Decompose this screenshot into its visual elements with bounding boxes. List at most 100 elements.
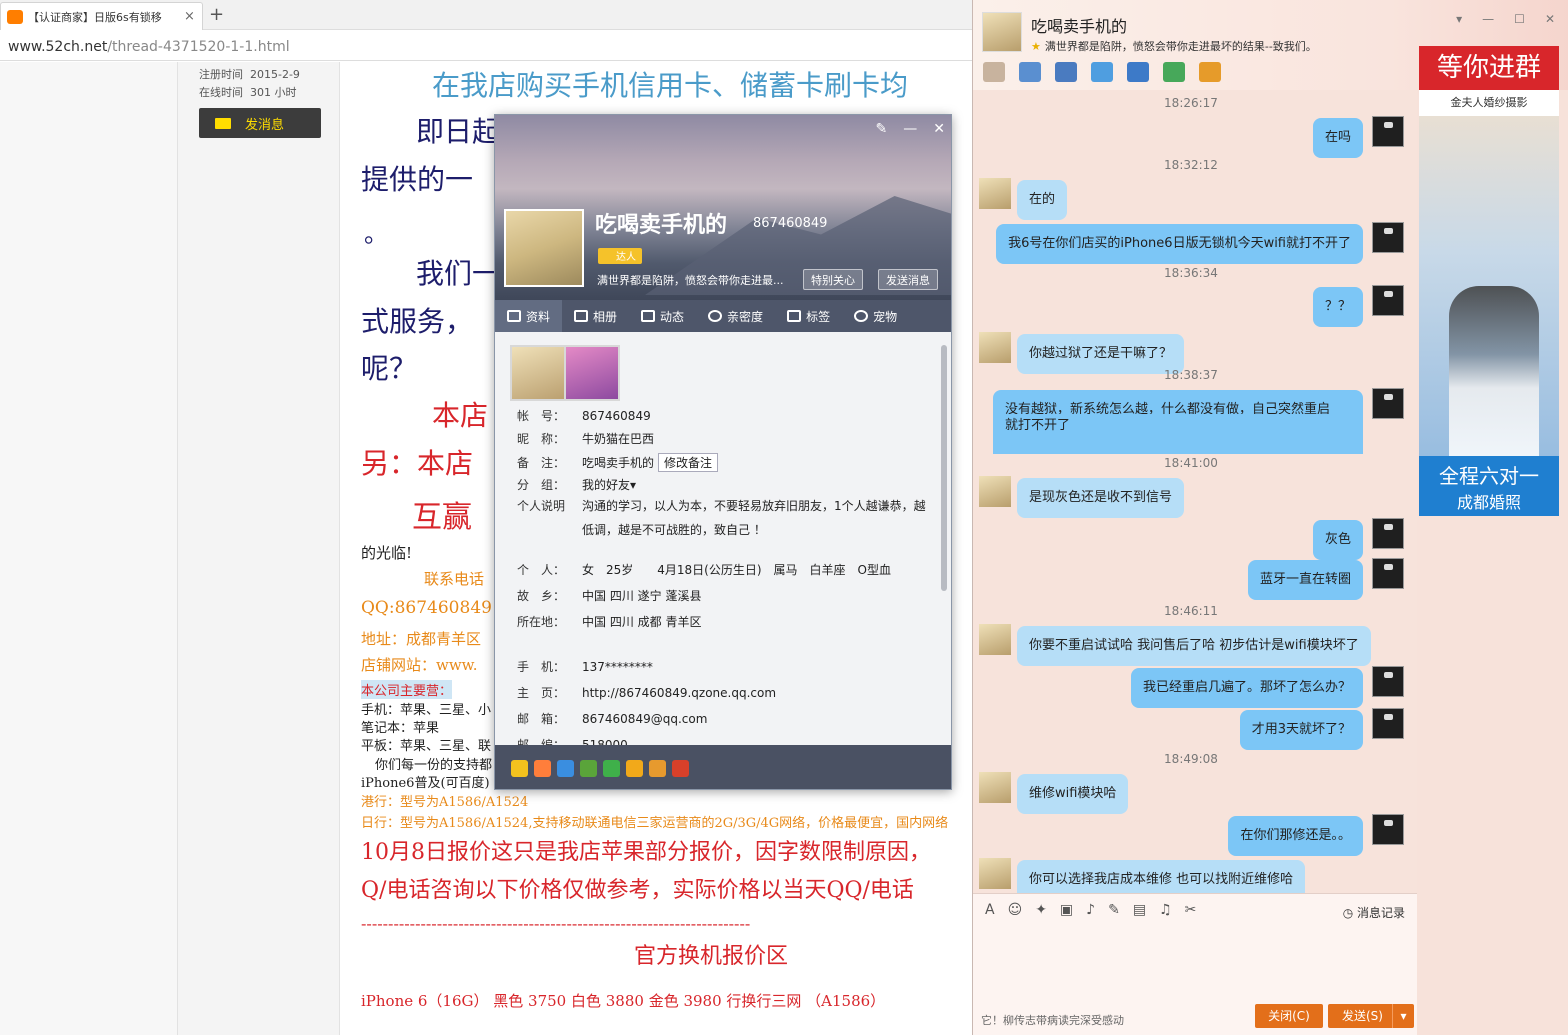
outgoing-message-cont[interactable]: 就打不开了 bbox=[993, 414, 1363, 442]
create-group-icon[interactable] bbox=[1163, 62, 1185, 82]
skin-icon[interactable]: ✎ bbox=[876, 121, 888, 137]
voice-call-icon[interactable] bbox=[983, 62, 1005, 82]
profile-photos[interactable] bbox=[510, 345, 620, 401]
font-icon[interactable]: A bbox=[985, 902, 995, 918]
outgoing-message[interactable]: 在吗 bbox=[1312, 118, 1363, 158]
contact-name[interactable]: 吃喝卖手机的 bbox=[1031, 13, 1127, 37]
my-avatar[interactable] bbox=[1372, 814, 1404, 845]
emoji-icon[interactable]: ☺ bbox=[1008, 902, 1023, 918]
tab-album[interactable]: 相册 bbox=[562, 300, 629, 332]
minimize-icon[interactable]: — bbox=[1482, 12, 1494, 26]
outgoing-message[interactable]: 我6号在你们店买的iPhone6日版无锁机今天wifi就打不开了 bbox=[996, 224, 1363, 264]
apps-icon[interactable] bbox=[1199, 62, 1221, 82]
my-avatar[interactable] bbox=[1372, 222, 1404, 253]
contact-signature: ★ 满世界都是陷阱，愤怒会带你走进最坏的结果--致我们。 bbox=[1031, 40, 1317, 53]
news-tip[interactable]: 它！柳传志带病读完深受感动 bbox=[981, 1012, 1124, 1028]
screen-share-icon[interactable] bbox=[1127, 62, 1149, 82]
close-button[interactable]: 关闭(C) bbox=[1255, 1004, 1323, 1028]
magic-icon[interactable]: ✦ bbox=[1035, 902, 1047, 918]
outgoing-message[interactable]: ？？ bbox=[1312, 287, 1363, 327]
tab-info[interactable]: 资料 bbox=[495, 300, 563, 332]
remote-assist-icon[interactable] bbox=[1055, 62, 1077, 82]
pet-icon[interactable] bbox=[626, 759, 643, 777]
incoming-message[interactable]: 维修wifi模块哈 bbox=[1017, 774, 1129, 814]
incoming-message[interactable]: 你可以选择我店成本维修 也可以找附近维修哈 bbox=[1017, 860, 1306, 893]
outgoing-message[interactable]: 才用3天就坏了？ bbox=[1239, 710, 1363, 750]
outgoing-message[interactable]: 在你们那修还是。。 bbox=[1228, 816, 1363, 856]
message-timestamp: 18:26:17 bbox=[1164, 96, 1218, 110]
profile-window-controls: ✎ — ✕ bbox=[876, 121, 945, 137]
clover-icon[interactable] bbox=[603, 759, 620, 777]
site-favicon-icon bbox=[7, 9, 23, 24]
tab-close-icon[interactable]: × bbox=[184, 9, 195, 24]
my-avatar[interactable] bbox=[1372, 388, 1404, 419]
contact-avatar[interactable] bbox=[979, 624, 1011, 655]
outgoing-message[interactable]: 我已经重启几遍了。那坏了怎么办？ bbox=[1130, 668, 1363, 708]
close-icon[interactable]: ✕ bbox=[1545, 12, 1555, 26]
game-icon[interactable] bbox=[649, 759, 666, 777]
contact-avatar[interactable] bbox=[979, 858, 1011, 889]
screenshot-icon[interactable]: ✂ bbox=[1185, 902, 1197, 918]
send-message-button[interactable]: 发送消息 bbox=[878, 269, 938, 290]
voice-message-icon[interactable]: ♪ bbox=[1086, 902, 1095, 918]
post-line: 互赢 bbox=[412, 500, 472, 535]
star-icon[interactable] bbox=[511, 759, 528, 777]
outgoing-message[interactable]: 蓝牙一直在转圈 bbox=[1247, 560, 1363, 600]
tab-active[interactable]: 【认证商家】日版6s有锁移 × bbox=[0, 2, 203, 30]
edit-remark-button[interactable]: 修改备注 bbox=[658, 453, 719, 472]
minimize-icon[interactable]: — bbox=[903, 121, 917, 137]
incoming-message[interactable]: 是现灰色还是收不到信号 bbox=[1017, 478, 1185, 518]
message-list[interactable]: 18:26:17 在吗 18:32:12 在的 我6号在你们店买的iPhone6日版无锁… bbox=[973, 90, 1417, 893]
profile-avatar[interactable] bbox=[504, 209, 584, 287]
photo-icon[interactable] bbox=[557, 759, 574, 777]
photo-thumb[interactable] bbox=[566, 347, 618, 399]
edit-icon[interactable]: ✎ bbox=[1108, 902, 1120, 918]
send-file-icon[interactable] bbox=[1091, 62, 1113, 82]
image-icon[interactable]: ▤ bbox=[1133, 902, 1146, 918]
send-options-icon[interactable]: ▾ bbox=[1392, 1004, 1414, 1028]
app-icon[interactable] bbox=[534, 759, 551, 777]
contact-avatar[interactable] bbox=[982, 12, 1022, 52]
gift-icon[interactable] bbox=[580, 759, 597, 777]
maximize-icon[interactable]: ☐ bbox=[1514, 12, 1525, 26]
tab-pet[interactable]: 宠物 bbox=[842, 300, 909, 332]
message-history-button[interactable]: ◷ 消息记录 bbox=[1343, 904, 1405, 921]
photo-thumb[interactable] bbox=[512, 347, 564, 399]
profile-scrollbar[interactable] bbox=[941, 345, 947, 591]
tab-feed[interactable]: 动态 bbox=[629, 300, 696, 332]
incoming-message[interactable]: 你要不重启试试哈 我问售后了哈 初步估计是wifi模块坏了 bbox=[1017, 626, 1371, 666]
send-button[interactable]: 发送(S) ▾ bbox=[1328, 1004, 1414, 1028]
field-bio: 个人说明 沟通的学习，以人为本，不要轻易放弃旧朋友，1个人越谦恭，越 bbox=[517, 499, 926, 513]
post-line: 。 bbox=[364, 220, 388, 248]
tab-intimacy[interactable]: 亲密度 bbox=[696, 300, 775, 332]
my-avatar[interactable] bbox=[1372, 666, 1404, 697]
my-avatar[interactable] bbox=[1372, 558, 1404, 589]
post-line: 店铺网站：www. bbox=[361, 656, 478, 674]
message-timestamp: 18:49:08 bbox=[1164, 752, 1218, 766]
contact-avatar[interactable] bbox=[979, 332, 1011, 363]
outgoing-message[interactable]: 灰色 bbox=[1312, 520, 1363, 560]
contact-avatar[interactable] bbox=[979, 476, 1011, 507]
my-avatar[interactable] bbox=[1372, 285, 1404, 316]
advertisement[interactable]: 等你进群 金夫人婚纱摄影 全程六对一 成都婚照 bbox=[1419, 46, 1559, 516]
video-call-icon[interactable] bbox=[1019, 62, 1041, 82]
incoming-message[interactable]: 在的 bbox=[1017, 180, 1068, 220]
my-avatar[interactable] bbox=[1372, 116, 1404, 147]
field-homepage[interactable]: 主 页： http://867460849.qzone.qq.com bbox=[517, 684, 776, 701]
special-care-button[interactable]: 特别关心 bbox=[803, 269, 863, 290]
close-icon[interactable]: ✕ bbox=[933, 121, 945, 137]
contact-avatar[interactable] bbox=[979, 178, 1011, 209]
message-composer[interactable]: A ☺ ✦ ▣ ♪ ✎ ▤ ♫ ✂ ◷ 消息记录 它！柳传志带病读完深受感动 关… bbox=[973, 893, 1417, 1035]
tab-tags[interactable]: 标签 bbox=[775, 300, 842, 332]
send-message-button[interactable]: 发消息 bbox=[199, 108, 321, 138]
music-icon[interactable]: ♫ bbox=[1159, 902, 1172, 918]
music-icon[interactable] bbox=[672, 759, 689, 777]
field-group[interactable]: 分 组： 我的好友▾ bbox=[517, 476, 636, 493]
contact-avatar[interactable] bbox=[979, 772, 1011, 803]
expert-badge[interactable]: 达人 bbox=[598, 248, 642, 264]
my-avatar[interactable] bbox=[1372, 518, 1404, 549]
shake-icon[interactable]: ▣ bbox=[1060, 902, 1073, 918]
menu-icon[interactable]: ▾ bbox=[1456, 12, 1462, 26]
my-avatar[interactable] bbox=[1372, 708, 1404, 739]
new-tab-button[interactable]: + bbox=[209, 4, 224, 25]
